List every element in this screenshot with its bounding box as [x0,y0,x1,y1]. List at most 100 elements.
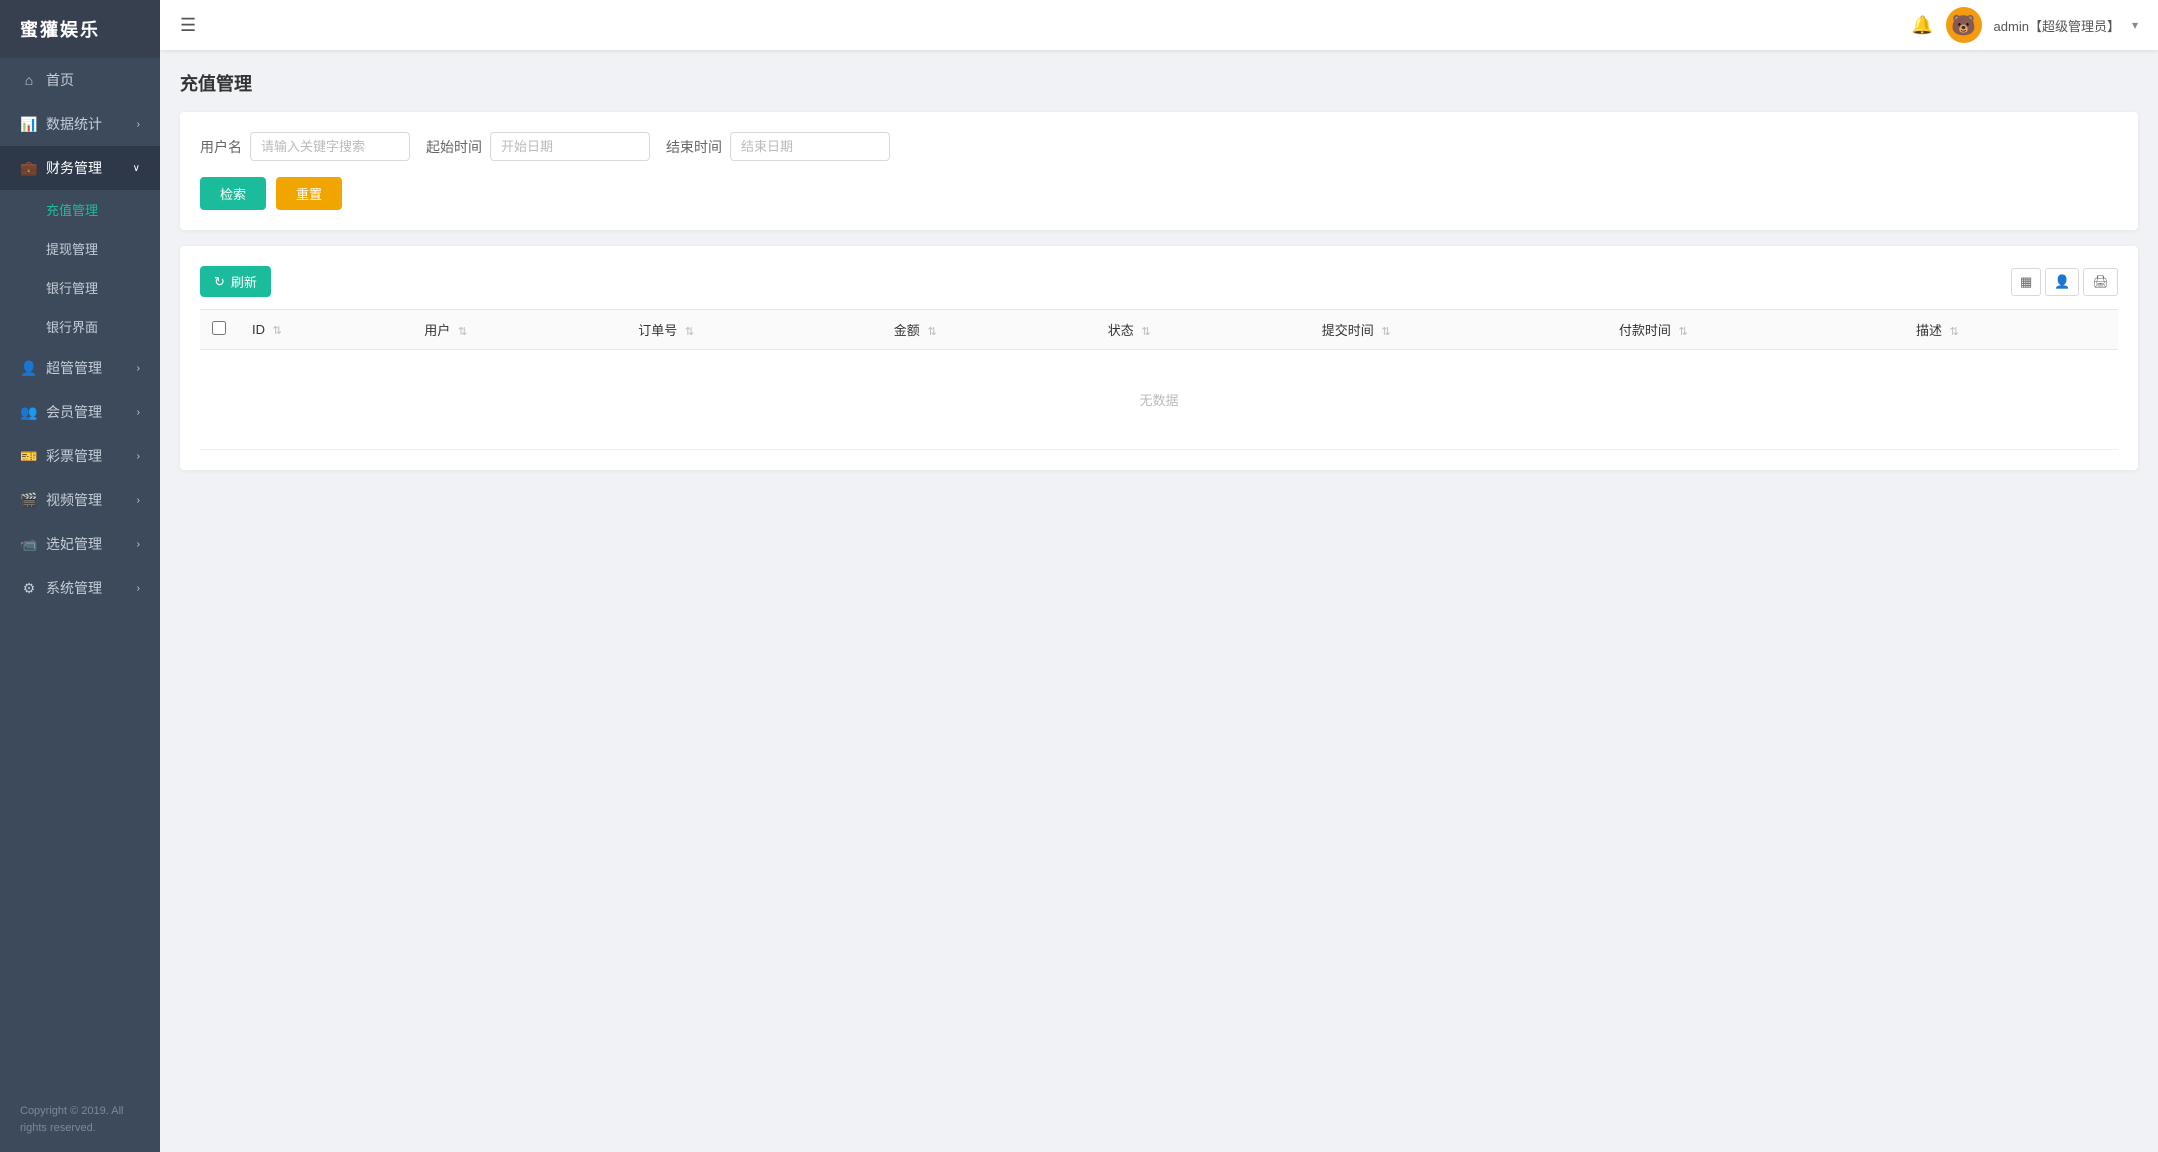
table-actions: ▦ 👤 🖨 [2011,268,2118,296]
search-button[interactable]: 检索 [200,177,266,210]
checkbox-header [200,310,240,350]
chevron-icon-system: › [137,583,140,594]
app-logo: 蜜獾娱乐 [0,0,160,58]
sidebar-item-lottery[interactable]: 🎫 彩票管理 › [0,434,160,478]
end-time-input[interactable] [730,132,890,161]
refresh-label: 刷新 [231,272,257,291]
empty-row: 无数据 [200,350,2118,450]
member-icon: 👥 [20,403,38,421]
sidebar-item-home[interactable]: ⌂ 首页 [0,58,160,102]
filter-buttons: 检索 重置 [200,177,2118,210]
hamburger-button[interactable]: ☰ [180,15,196,36]
select-all-checkbox[interactable] [212,321,226,335]
empty-text: 无数据 [200,350,2118,450]
print-icon: 🖨 [2092,274,2109,289]
sort-pay-time-icon[interactable]: ⇅ [1679,326,1688,338]
table-body: 无数据 [200,350,2118,450]
col-status: 状态 ⇅ [1096,310,1310,350]
content-area: 充值管理 用户名 起始时间 结束时间 检索 重置 [160,50,2158,1152]
home-icon: ⌂ [20,71,38,89]
table-toolbar: ↻ 刷新 ▦ 👤 🖨 [200,266,2118,297]
sidebar-item-admin[interactable]: 👤 超管管理 › [0,346,160,390]
username-filter-group: 用户名 [200,132,410,161]
chevron-icon-admin: › [137,363,140,374]
sidebar-item-data-stats[interactable]: 📊 数据统计 › [0,102,160,146]
export-button[interactable]: ▦ [2011,268,2041,296]
lottery-icon: 🎫 [20,447,38,465]
sort-desc-icon[interactable]: ⇅ [1950,326,1959,338]
header-right: 🔔 🐻 admin【超级管理员】 ▾ [1911,7,2138,43]
start-time-label: 起始时间 [426,137,482,157]
refresh-icon: ↻ [214,274,225,290]
sort-order-icon[interactable]: ⇅ [685,326,694,338]
sidebar-item-member-label: 会员管理 [46,402,102,422]
chevron-icon-anchor: › [137,539,140,550]
col-desc: 描述 ⇅ [1904,310,2118,350]
sidebar-subitem-bank-ui[interactable]: 银行界面 [0,307,160,346]
sidebar-subitem-recharge[interactable]: 充值管理 [0,190,160,229]
sidebar-item-admin-label: 超管管理 [46,358,102,378]
user-export-button[interactable]: 👤 [2045,268,2079,296]
username-label: 用户名 [200,137,242,157]
chevron-icon-member: › [137,407,140,418]
sidebar-item-lottery-label: 彩票管理 [46,446,102,466]
admin-icon: 👤 [20,359,38,377]
col-order-label: 订单号 [638,323,677,338]
sidebar-item-finance[interactable]: 💼 财务管理 ∨ [0,146,160,190]
user-export-icon: 👤 [2054,274,2070,289]
sidebar-item-data-stats-label: 数据统计 [46,114,102,134]
chevron-icon-data-stats: › [137,119,140,130]
data-table: ID ⇅ 用户 ⇅ 订单号 ⇅ 金额 ⇅ [200,309,2118,450]
start-time-filter-group: 起始时间 [426,132,650,161]
sort-user-icon[interactable]: ⇅ [458,326,467,338]
col-amount-label: 金额 [894,323,920,338]
start-time-input[interactable] [490,132,650,161]
col-id: ID ⇅ [240,310,412,350]
header-left: ☰ [180,15,196,36]
sidebar: 蜜獾娱乐 ⌂ 首页 📊 数据统计 › 💼 财务管理 ∨ 充值管理 提现管理 [0,0,160,1152]
filter-row: 用户名 起始时间 结束时间 [200,132,2118,161]
video-icon: 🎬 [20,491,38,509]
bell-icon[interactable]: 🔔 [1911,15,1933,36]
sidebar-subitem-withdraw[interactable]: 提现管理 [0,229,160,268]
col-status-label: 状态 [1108,323,1134,338]
col-submit-time-label: 提交时间 [1322,323,1374,338]
sort-submit-time-icon[interactable]: ⇅ [1381,326,1390,338]
chart-icon: 📊 [20,115,38,133]
main-area: ☰ 🔔 🐻 admin【超级管理员】 ▾ 充值管理 用户名 起始时间 [160,0,2158,1152]
user-label[interactable]: admin【超级管理员】 [1994,16,2120,35]
sort-amount-icon[interactable]: ⇅ [927,326,936,338]
col-user-label: 用户 [424,323,450,338]
sidebar-item-video[interactable]: 🎬 视频管理 › [0,478,160,522]
chevron-icon-video: › [137,495,140,506]
col-desc-label: 描述 [1916,323,1942,338]
sidebar-item-home-label: 首页 [46,70,74,90]
user-chevron-icon[interactable]: ▾ [2132,18,2138,32]
sidebar-item-anchor[interactable]: 📹 选妃管理 › [0,522,160,566]
col-order: 订单号 ⇅ [626,310,882,350]
chevron-icon-finance: ∨ [133,163,140,174]
sidebar-item-system[interactable]: ⚙ 系统管理 › [0,566,160,610]
finance-icon: 💼 [20,159,38,177]
print-button[interactable]: 🖨 [2083,268,2118,296]
sort-status-icon[interactable]: ⇅ [1141,326,1150,338]
refresh-button[interactable]: ↻ 刷新 [200,266,271,297]
col-pay-time-label: 付款时间 [1619,323,1671,338]
export-icon: ▦ [2020,274,2032,289]
col-amount: 金额 ⇅ [882,310,1096,350]
header: ☰ 🔔 🐻 admin【超级管理员】 ▾ [160,0,2158,50]
sort-id-icon[interactable]: ⇅ [273,325,282,337]
sidebar-nav: ⌂ 首页 📊 数据统计 › 💼 财务管理 ∨ 充值管理 提现管理 银行管理 银行… [0,58,160,1087]
col-user: 用户 ⇅ [412,310,626,350]
reset-button[interactable]: 重置 [276,177,342,210]
username-input[interactable] [250,132,410,161]
user-avatar[interactable]: 🐻 [1946,7,1982,43]
sidebar-item-anchor-label: 选妃管理 [46,534,102,554]
table-card: ↻ 刷新 ▦ 👤 🖨 [180,246,2138,470]
table-header: ID ⇅ 用户 ⇅ 订单号 ⇅ 金额 ⇅ [200,310,2118,350]
sidebar-subitem-bank[interactable]: 银行管理 [0,268,160,307]
end-time-filter-group: 结束时间 [666,132,890,161]
sidebar-item-finance-label: 财务管理 [46,158,102,178]
end-time-label: 结束时间 [666,137,722,157]
sidebar-item-member[interactable]: 👥 会员管理 › [0,390,160,434]
